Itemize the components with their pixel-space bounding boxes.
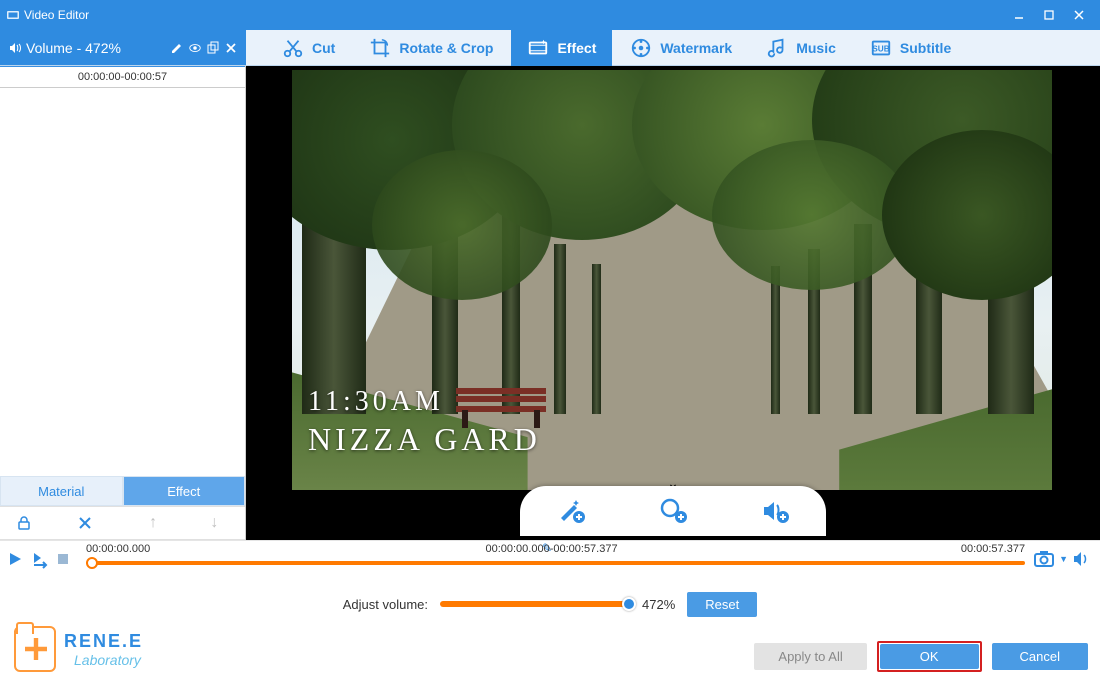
window-maximize-button[interactable] — [1034, 0, 1064, 30]
toolbar-row: Volume - 472% Cut Rotate & Crop Effect W… — [0, 30, 1100, 66]
snapshot-button[interactable] — [1033, 549, 1055, 569]
ok-highlight: OK — [877, 641, 982, 672]
step-button[interactable] — [30, 549, 50, 569]
ok-button[interactable]: OK — [880, 644, 979, 669]
dropdown-caret-icon[interactable]: ▼ — [1059, 554, 1068, 564]
window-close-button[interactable] — [1064, 0, 1094, 30]
watermark-icon — [630, 37, 652, 59]
speaker-add-button[interactable] — [760, 496, 790, 526]
timeline-range: 00:00:00.000-00:00:57.377 — [485, 543, 617, 555]
tab-label: Rotate & Crop — [399, 40, 493, 56]
tab-label: Cut — [312, 40, 335, 56]
preview-float-toolbar — [520, 486, 826, 536]
app-icon — [6, 8, 20, 22]
timeline-track-area[interactable]: 00:00:00.000 ✎ 00:00:00.000-00:00:57.377… — [76, 541, 1027, 577]
video-frame[interactable]: 11:30AM NIZZA GARD — [292, 70, 1052, 490]
wand-add-button[interactable] — [556, 496, 586, 526]
eye-icon[interactable] — [188, 41, 202, 55]
sidebar: 00:00:00-00:00:57 Material Effect ↑ ↓ — [0, 66, 246, 540]
sidebar-tab-material[interactable]: Material — [0, 476, 123, 506]
sidebar-ops: ↑ ↓ — [0, 506, 245, 540]
apply-to-all-button[interactable]: Apply to All — [754, 643, 866, 670]
preview-pane: 11:30AM NIZZA GARD ⌄ — [246, 66, 1100, 540]
preview-speaker-button[interactable] — [1072, 550, 1090, 568]
timeline-track[interactable] — [86, 561, 1025, 565]
tab-subtitle[interactable]: SUB Subtitle — [854, 30, 967, 66]
sidebar-tabs: Material Effect — [0, 476, 245, 506]
panel-close-icon[interactable] — [224, 41, 238, 55]
volume-bar: Volume - 472% — [0, 30, 246, 65]
move-up-icon: ↑ — [138, 514, 168, 532]
footer: RENE.E Laboratory Apply to All OK Cancel — [0, 602, 1100, 680]
timeline-start-time: 00:00:00.000 — [86, 543, 150, 555]
move-down-icon: ↓ — [199, 514, 229, 532]
tab-label: Watermark — [660, 40, 732, 56]
overlay-time-text: 11:30AM — [308, 386, 444, 418]
brand: RENE.E Laboratory — [14, 626, 143, 672]
tab-cut[interactable]: Cut — [266, 30, 351, 66]
clip-range[interactable]: 00:00:00-00:00:57 — [0, 66, 245, 88]
timeline-end-time: 00:00:57.377 — [961, 543, 1025, 555]
copy-icon[interactable] — [206, 41, 220, 55]
lock-icon[interactable] — [16, 515, 46, 531]
tab-effect[interactable]: Effect — [511, 30, 612, 66]
cancel-button[interactable]: Cancel — [992, 643, 1088, 670]
brand-subtitle: Laboratory — [74, 652, 143, 668]
sidebar-body — [0, 88, 245, 476]
scissors-icon — [282, 37, 304, 59]
tab-watermark[interactable]: Watermark — [614, 30, 748, 66]
edit-icon[interactable] — [170, 41, 184, 55]
brand-name: RENE.E — [64, 631, 143, 652]
subtitle-icon: SUB — [870, 37, 892, 59]
svg-text:SUB: SUB — [872, 44, 889, 53]
main-area: 00:00:00-00:00:57 Material Effect ↑ ↓ — [0, 66, 1100, 540]
timeline: 00:00:00.000 ✎ 00:00:00.000-00:00:57.377… — [0, 540, 1100, 576]
tab-label: Effect — [557, 40, 596, 56]
crop-icon — [369, 37, 391, 59]
brand-icon — [14, 626, 56, 672]
window-minimize-button[interactable] — [1004, 0, 1034, 30]
tab-label: Music — [796, 40, 836, 56]
delete-icon[interactable] — [77, 515, 107, 531]
stop-button[interactable] — [56, 552, 70, 566]
titlebar: Video Editor — [0, 0, 1100, 30]
tab-music[interactable]: Music — [750, 30, 852, 66]
tab-label: Subtitle — [900, 40, 951, 56]
effect-icon — [527, 37, 549, 59]
play-button[interactable] — [6, 550, 24, 568]
music-icon — [766, 37, 788, 59]
sidebar-tab-effect[interactable]: Effect — [123, 476, 246, 506]
window-title: Video Editor — [24, 8, 89, 22]
timeline-handle[interactable] — [86, 557, 98, 569]
speaker-icon — [8, 41, 22, 55]
tab-rotate-crop[interactable]: Rotate & Crop — [353, 30, 509, 66]
zoom-add-button[interactable] — [658, 496, 688, 526]
tool-tabs: Cut Rotate & Crop Effect Watermark Music… — [246, 30, 1100, 65]
overlay-place-text: NIZZA GARD — [308, 421, 541, 458]
volume-label: Volume - 472% — [26, 40, 121, 56]
